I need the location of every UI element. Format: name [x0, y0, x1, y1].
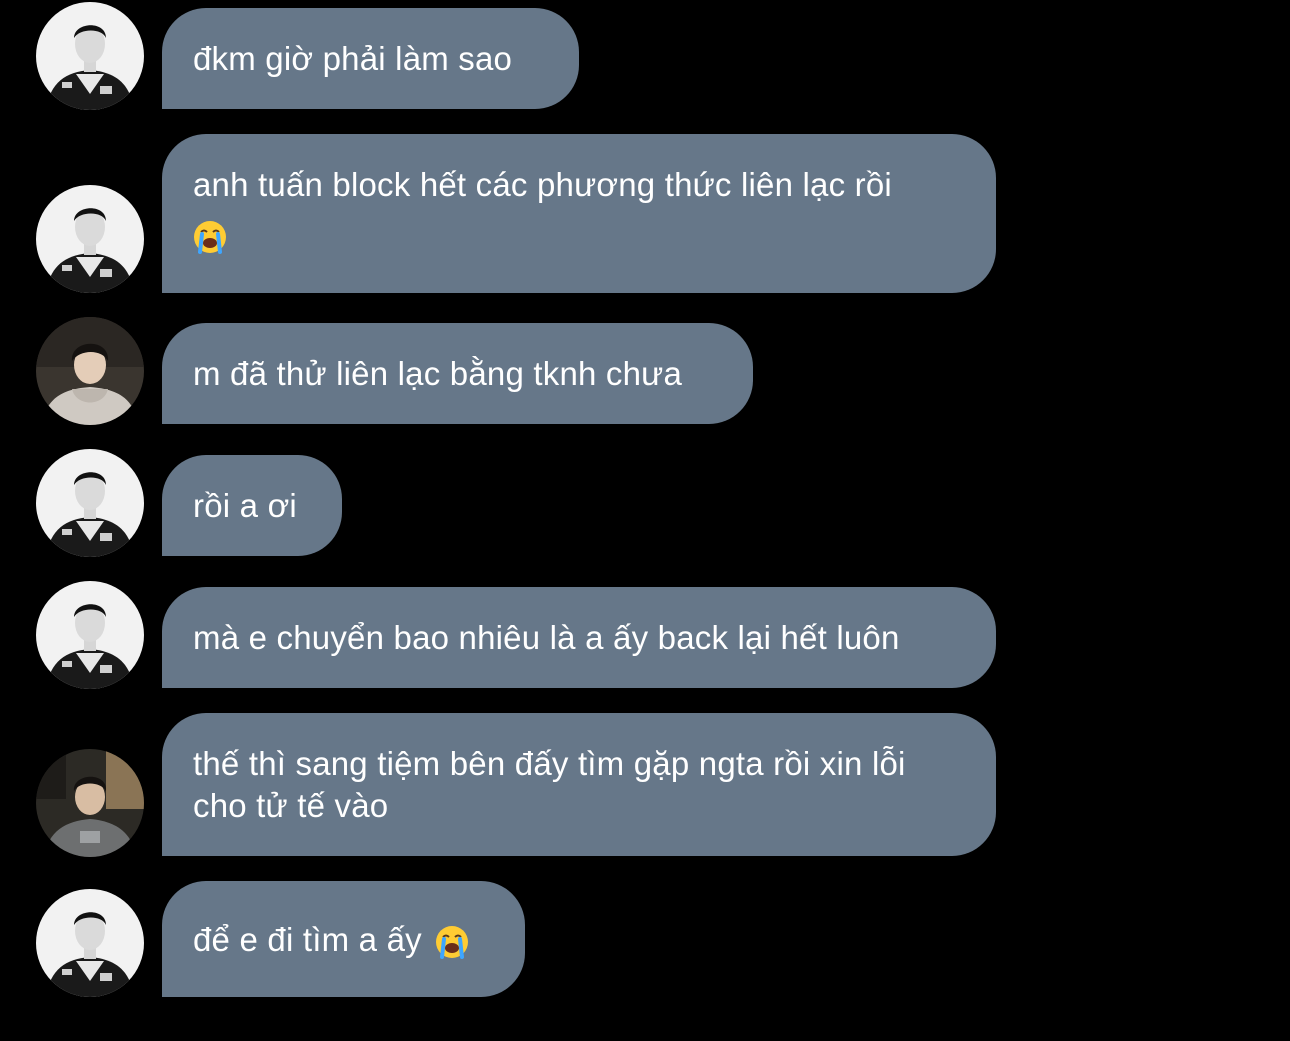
message-text: anh tuấn block hết các phương thức liên …: [193, 166, 892, 203]
message-bubble[interactable]: m đã thử liên lạc bằng tknh chưa: [162, 323, 753, 424]
avatar-user-a[interactable]: [36, 185, 144, 293]
message-bubble[interactable]: đkm giờ phải làm sao: [162, 8, 579, 109]
avatar-user-a[interactable]: [36, 449, 144, 557]
chat-thread: đkm giờ phải làm sao anh tuấn block hết …: [0, 0, 1290, 1041]
message-bubble[interactable]: mà e chuyển bao nhiêu là a ấy back lại h…: [162, 587, 996, 688]
message-text: rồi a ơi: [193, 487, 297, 524]
avatar-user-a[interactable]: [36, 2, 144, 110]
message-text: đkm giờ phải làm sao: [193, 40, 513, 77]
loudly-crying-face-icon: [435, 925, 469, 960]
loudly-crying-face-icon: [193, 220, 227, 255]
avatar-user-b[interactable]: [36, 317, 144, 425]
message-bubble[interactable]: rồi a ơi: [162, 455, 342, 556]
message-text: thế thì sang tiệm bên đấy tìm gặp ngta r…: [193, 745, 906, 824]
message-bubble[interactable]: anh tuấn block hết các phương thức liên …: [162, 134, 996, 293]
message-bubble[interactable]: để e đi tìm a ấy: [162, 881, 525, 997]
message-text: để e đi tìm a ấy: [193, 921, 422, 958]
avatar-user-c[interactable]: [36, 749, 144, 857]
message-text: m đã thử liên lạc bằng tknh chưa: [193, 355, 683, 392]
message-bubble[interactable]: thế thì sang tiệm bên đấy tìm gặp ngta r…: [162, 713, 996, 856]
avatar-user-a[interactable]: [36, 581, 144, 689]
avatar-user-a[interactable]: [36, 889, 144, 997]
message-text: mà e chuyển bao nhiêu là a ấy back lại h…: [193, 619, 900, 656]
